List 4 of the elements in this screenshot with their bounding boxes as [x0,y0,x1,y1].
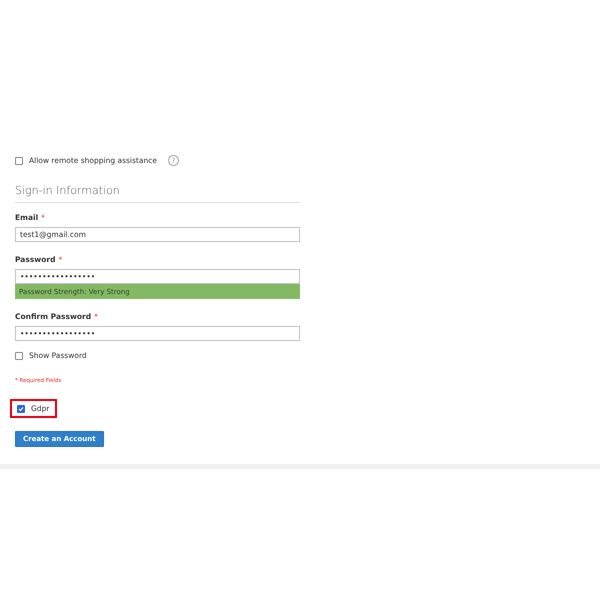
section-title: Sign-in Information [15,184,300,203]
checkbox[interactable] [15,352,23,360]
checkbox[interactable] [15,156,23,164]
checkbox[interactable] [17,404,25,412]
